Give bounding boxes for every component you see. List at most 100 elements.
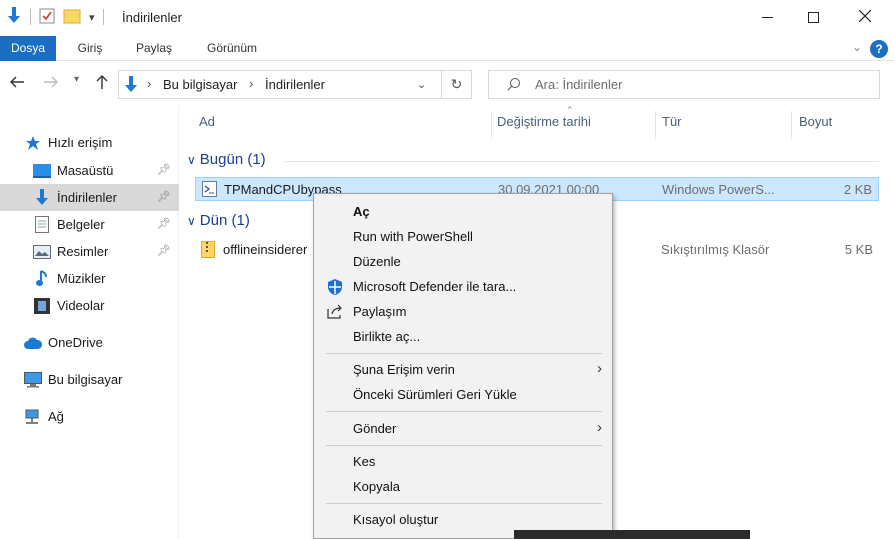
document-icon [33, 216, 51, 234]
menu-item-label: Kes [353, 454, 376, 469]
menu-item-label: Birlikte aç... [353, 329, 421, 344]
tooltip-popup [514, 530, 750, 539]
menu-separator [326, 353, 602, 354]
breadcrumb-this-pc[interactable]: Bu bilgisayar [163, 77, 237, 92]
sidebar-item-downloads[interactable]: İndirilenler 📌︎ [0, 184, 179, 211]
recent-locations-chevron-icon[interactable]: ▾ [74, 74, 79, 85]
sidebar-item-desktop[interactable]: Masaüstü 📌︎ [0, 157, 179, 184]
download-arrow-icon [123, 76, 139, 97]
customize-toolbar-chevron-icon[interactable]: ▾ [89, 11, 95, 24]
help-button[interactable]: ? [870, 40, 888, 58]
menu-item-edit[interactable]: Düzenle [314, 249, 612, 274]
tab-dosya[interactable]: Dosya [0, 36, 56, 61]
sidebar-item-network[interactable]: Ağ [0, 403, 179, 430]
column-header-size[interactable]: Boyut [799, 114, 832, 129]
ribbon-tabs: Dosya Giriş Paylaş Görünüm ⌄ ? [0, 36, 894, 61]
sidebar-item-documents[interactable]: Belgeler 📌︎ [0, 211, 179, 238]
toolbar-divider [102, 9, 104, 25]
group-header-yesterday[interactable]: ∨ Dün (1) [187, 212, 250, 229]
pin-icon[interactable]: 📌︎ [157, 244, 171, 257]
group-collapse-chevron-icon[interactable]: ∨ [187, 214, 196, 228]
refresh-button[interactable]: ↻ [442, 70, 472, 99]
sidebar-item-this-pc[interactable]: Bu bilgisayar [0, 366, 179, 393]
column-divider[interactable] [791, 111, 792, 139]
column-divider[interactable] [491, 111, 492, 139]
file-size: 5 KB [844, 242, 873, 257]
address-dropdown-chevron-icon[interactable]: ⌄ [417, 78, 426, 91]
back-arrow-icon[interactable] [10, 75, 24, 92]
menu-separator [326, 503, 602, 504]
column-divider[interactable] [655, 111, 656, 139]
defender-shield-icon [326, 278, 344, 296]
sidebar-item-music[interactable]: Müzikler [0, 265, 179, 292]
pin-icon[interactable]: 📌︎ [157, 217, 171, 230]
zip-folder-icon [201, 241, 215, 261]
sidebar-item-quick-access[interactable]: Hızlı erişim [0, 129, 179, 156]
menu-item-label: Şuna Erişim verin [353, 362, 455, 377]
forward-arrow-icon[interactable] [44, 75, 58, 92]
pin-icon[interactable]: 📌︎ [157, 190, 171, 203]
search-box[interactable]: Ara: İndirilenler [488, 70, 880, 99]
address-bar[interactable]: › Bu bilgisayar › İndirilenler ⌄ [118, 70, 442, 99]
maximize-icon [807, 11, 819, 23]
star-icon [24, 134, 42, 152]
file-type: Windows PowerS... [662, 182, 775, 197]
file-size: 2 KB [843, 182, 872, 197]
close-icon [858, 9, 872, 25]
breadcrumb-downloads[interactable]: İndirilenler [265, 77, 325, 92]
refresh-icon: ↻ [450, 76, 463, 92]
menu-separator [326, 411, 602, 412]
sidebar-item-label: Ağ [48, 409, 64, 424]
desktop-icon [33, 162, 51, 180]
maximize-button[interactable] [790, 0, 836, 34]
search-icon [507, 77, 521, 94]
group-collapse-chevron-icon[interactable]: ∨ [187, 153, 196, 167]
menu-item-share[interactable]: Paylaşım [314, 299, 612, 324]
tab-giris[interactable]: Giriş [70, 36, 110, 61]
sidebar-item-label: Videolar [57, 298, 105, 313]
menu-item-label: Run with PowerShell [353, 229, 473, 244]
context-menu: Aç Run with PowerShell Düzenle Microsoft… [313, 193, 613, 539]
column-header-modified[interactable]: Değiştirme tarihi [497, 114, 591, 129]
group-header-today[interactable]: ∨ Bugün (1) [187, 151, 266, 168]
breadcrumb-chevron-icon[interactable]: › [249, 76, 253, 91]
tab-gorunum[interactable]: Görünüm [198, 36, 266, 61]
expand-ribbon-chevron-icon[interactable]: ⌄ [852, 40, 862, 54]
sidebar-item-videos[interactable]: Videolar [0, 292, 179, 319]
menu-item-label: Aç [353, 204, 370, 219]
sidebar-item-onedrive[interactable]: OneDrive [0, 329, 179, 356]
film-icon [33, 297, 51, 315]
menu-item-run-with-powershell[interactable]: Run with PowerShell [314, 224, 612, 249]
sidebar-item-label: OneDrive [48, 335, 103, 350]
pin-icon[interactable]: 📌︎ [157, 163, 171, 176]
tab-paylas[interactable]: Paylaş [128, 36, 180, 61]
file-type: Sıkıştırılmış Klasör [661, 242, 770, 257]
menu-item-open[interactable]: Aç [314, 199, 612, 224]
minimize-button[interactable] [744, 0, 790, 34]
breadcrumb-chevron-icon[interactable]: › [147, 76, 151, 91]
sidebar-item-pictures[interactable]: Resimler 📌︎ [0, 238, 179, 265]
menu-item-give-access[interactable]: Şuna Erişim verin › [314, 357, 612, 382]
powershell-script-icon [202, 181, 217, 200]
download-arrow-icon [6, 6, 22, 28]
menu-item-create-shortcut[interactable]: Kısayol oluştur [314, 507, 612, 532]
sidebar-item-label: Hızlı erişim [48, 135, 113, 150]
menu-item-defender-scan[interactable]: Microsoft Defender ile tara... [314, 274, 612, 299]
menu-item-cut[interactable]: Kes [314, 449, 612, 474]
menu-separator [326, 445, 602, 446]
menu-item-copy[interactable]: Kopyala [314, 474, 612, 499]
new-folder-icon[interactable] [63, 8, 81, 27]
menu-item-label: Microsoft Defender ile tara... [353, 279, 517, 294]
up-arrow-icon[interactable] [96, 75, 108, 93]
share-icon [326, 303, 344, 321]
column-header-name[interactable]: Ad [199, 114, 215, 129]
music-note-icon [33, 270, 51, 288]
file-name: offlineinsiderer [223, 242, 308, 257]
menu-item-restore-previous-versions[interactable]: Önceki Sürümleri Geri Yükle [314, 382, 612, 407]
properties-checkmark-icon[interactable] [39, 8, 55, 27]
menu-item-open-with[interactable]: Birlikte aç... [314, 324, 612, 349]
menu-item-send-to[interactable]: Gönder › [314, 416, 612, 441]
close-button[interactable] [842, 0, 888, 34]
column-header-type[interactable]: Tür [662, 114, 682, 129]
submenu-arrow-icon: › [597, 419, 602, 436]
